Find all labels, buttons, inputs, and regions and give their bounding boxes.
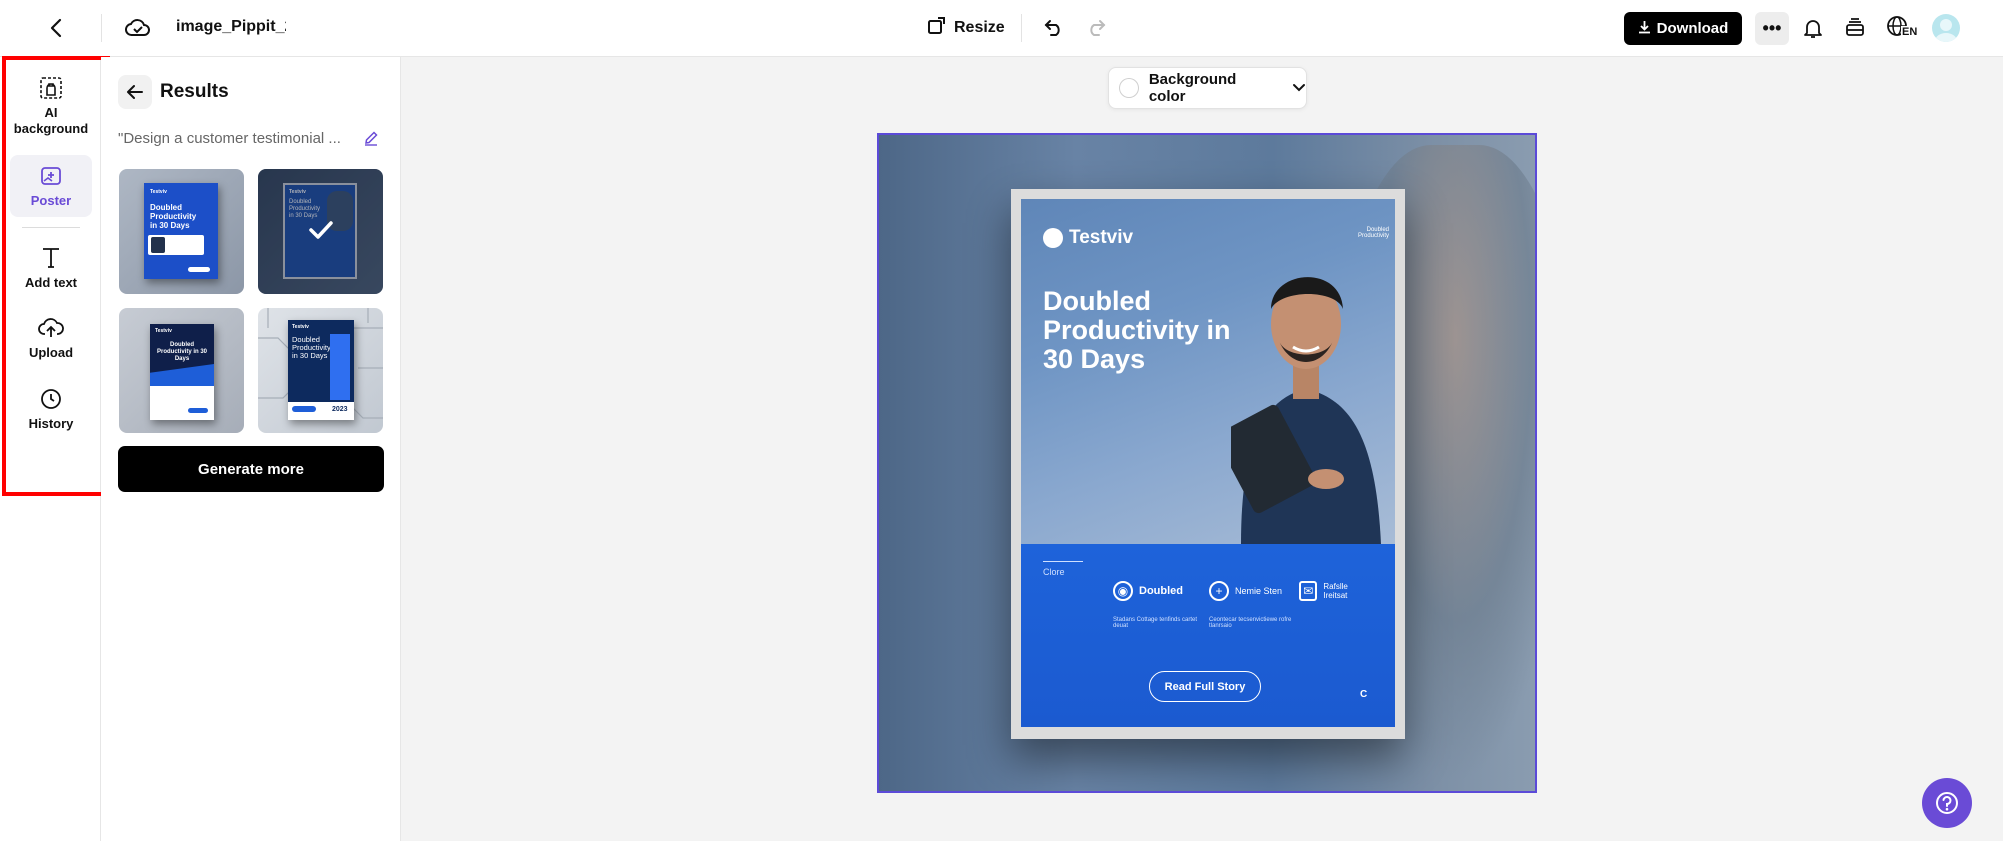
more-options-button[interactable]: ••• [1755, 12, 1789, 45]
results-back-button[interactable] [118, 75, 152, 109]
eye-icon: ◉ [1113, 581, 1133, 601]
poster-feature-2: + Nemie Sten [1209, 581, 1282, 601]
read-full-story-button: Read Full Story [1149, 671, 1261, 702]
divider [101, 14, 102, 42]
poster-caption-2: Ceontecar tecsenvictiewe rofre tlanrsaio [1209, 617, 1292, 629]
result-thumbnail-3[interactable]: Testviv Doubled Productivity in 30 Days [119, 308, 244, 433]
arrow-left-icon [127, 85, 143, 99]
download-label: Download [1656, 20, 1729, 37]
download-icon [1638, 20, 1651, 38]
panel-title: Results [160, 81, 229, 102]
generate-more-button[interactable]: Generate more [118, 446, 384, 492]
undo-icon[interactable] [1040, 14, 1068, 42]
background-color-dropdown[interactable]: Background color [1108, 67, 1307, 109]
thumbnail-poster: Testviv Doubled Productivity in 30 Days [144, 183, 218, 279]
poster-brand: Testviv [1043, 227, 1133, 249]
envelope-icon: ✉ [1299, 581, 1318, 601]
poster-feature-1: ◉ Doubled [1113, 581, 1183, 601]
help-question-icon [1936, 792, 1958, 814]
thumbnail-year: 2023 [332, 406, 348, 413]
edit-pencil-icon[interactable] [361, 128, 381, 148]
resize-icon [926, 16, 946, 41]
brand-logo-icon [1043, 228, 1063, 248]
poster-small-label: Clore [1043, 567, 1065, 577]
color-swatch [1119, 78, 1139, 98]
avatar[interactable] [1932, 14, 1960, 42]
brand-name: Testviv [1069, 227, 1134, 248]
poster[interactable]: Testviv Doubled Productivity Doubled Pro… [1021, 199, 1395, 727]
thumbnail-headline: Doubled Productivity in 30 Days [150, 203, 197, 230]
back-icon[interactable] [42, 14, 70, 42]
result-thumbnail-2[interactable]: Testviv Doubled Productivity in 30 Days [258, 169, 383, 294]
thumbnail-poster: Testviv Doubled Productivity in 30 Days [150, 324, 214, 420]
person-with-tablet-image [1231, 277, 1381, 544]
poster-headline: Doubled Productivity in 30 Days [1043, 286, 1231, 374]
resize-label: Resize [954, 19, 1005, 36]
file-title[interactable]: image_Pippit_20 [176, 18, 286, 36]
divider [1021, 14, 1022, 42]
highlight-box [2, 56, 110, 496]
poster-frame: Testviv Doubled Productivity Doubled Pro… [1011, 189, 1405, 739]
language-globe-icon[interactable]: EN [1885, 14, 1919, 42]
poster-caption-1: Stadans Cottage tenfinds cartet deuat [1113, 617, 1198, 629]
layers-icon[interactable] [1841, 14, 1869, 42]
checkmark-icon [308, 219, 334, 246]
top-bar: image_Pippit_20 Resize Download ••• EN [0, 0, 2003, 57]
thumbnail-brand: Testviv [155, 328, 172, 334]
background-color-label: Background color [1148, 71, 1237, 105]
poster-corner-mark: C [1360, 689, 1368, 700]
plus-circle-icon: + [1209, 581, 1229, 601]
cloud-save-icon[interactable] [124, 14, 152, 42]
redo-icon[interactable] [1082, 14, 1110, 42]
result-thumbnail-1[interactable]: Testviv Doubled Productivity in 30 Days [119, 169, 244, 294]
poster-feature-3: ✉ Rafslle Ireitsat [1299, 581, 1369, 601]
language-badge: EN [1901, 26, 1919, 38]
thumbnail-poster: Testviv Doubled Productivity in 30 Days … [288, 320, 354, 420]
prompt-text: "Design a customer testimonial ... [118, 130, 341, 147]
chevron-down-icon [1292, 80, 1306, 97]
bell-icon[interactable] [1799, 14, 1827, 42]
result-thumbnail-4[interactable]: Testviv Doubled Productivity in 30 Days … [258, 308, 383, 433]
thumbnail-headline: Doubled Productivity in 30 Days [292, 335, 331, 360]
design-stage[interactable]: Testviv Doubled Productivity Doubled Pro… [877, 133, 1537, 793]
thumbnail-brand: Testviv [150, 189, 167, 195]
thumbnail-headline: Doubled Productivity in 30 Days [156, 342, 207, 362]
thumbnail-brand: Testviv [292, 324, 309, 330]
resize-button[interactable]: Resize [926, 13, 1005, 43]
poster-corner-text: Doubled Productivity [1357, 227, 1389, 239]
download-button[interactable]: Download [1624, 12, 1742, 45]
help-button[interactable] [1922, 778, 1972, 828]
